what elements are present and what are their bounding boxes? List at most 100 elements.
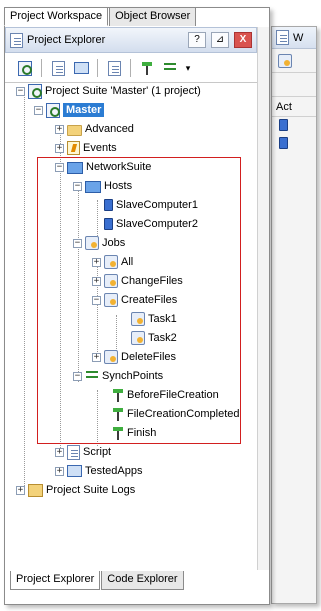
collapse-toggle[interactable]: − (73, 181, 82, 191)
expand-toggle[interactable]: + (92, 257, 101, 267)
job-icon (104, 255, 118, 269)
tree-node-label: Hosts (104, 180, 133, 192)
tree-node-task2[interactable]: Task2 (131, 329, 177, 347)
document-icon[interactable] (105, 59, 123, 77)
tree-node-slave1[interactable]: SlaveComputer1 (101, 196, 198, 214)
tree-node-events[interactable]: + Events (55, 139, 117, 157)
tree-node-label: SynchPoints (102, 370, 164, 382)
tree-node-label: Task2 (148, 332, 177, 344)
tab-object-browser[interactable]: Object Browser (109, 7, 197, 26)
toolbar-separator (97, 59, 98, 77)
synch-point-icon (112, 388, 124, 402)
right-panel: W Act (271, 26, 317, 604)
tab-code-explorer[interactable]: Code Explorer (101, 571, 184, 590)
suite-icon[interactable] (16, 59, 34, 77)
run-suite-icon[interactable] (161, 59, 179, 77)
tree-node-master[interactable]: − Master (34, 101, 105, 119)
tree-node-deletefiles[interactable]: + DeleteFiles (92, 348, 176, 366)
app-frame: W Act Project Workspace Object Browser P… (0, 0, 321, 611)
right-panel-header: W (272, 27, 316, 49)
job-icon (104, 350, 118, 364)
expand-toggle[interactable]: + (55, 143, 64, 153)
tree-node-suite[interactable]: − Project Suite 'Master' (1 project) (16, 82, 201, 100)
vertical-scrollbar[interactable] (257, 27, 269, 570)
tree-node-filecreationcompleted[interactable]: FileCreationCompleted (112, 405, 240, 423)
logs-icon (28, 483, 43, 497)
run-icon[interactable] (138, 59, 156, 77)
panel-header-buttons: ? ⊿ X (188, 32, 252, 48)
tab-project-workspace[interactable]: Project Workspace (4, 7, 109, 26)
tree-node-label: All (121, 256, 134, 268)
tree-node-finish[interactable]: Finish (112, 424, 156, 442)
tree-node-hosts[interactable]: − Hosts (73, 177, 132, 195)
explorer-tabs: Project Explorer Code Explorer (10, 571, 185, 590)
job-icon (104, 293, 118, 307)
panel-title: Project Explorer (27, 34, 106, 46)
tree-node-label: SlaveComputer2 (116, 218, 198, 230)
tree-node-jobs[interactable]: − Jobs (73, 234, 125, 252)
tree-node-label: Jobs (102, 237, 126, 249)
tree-node-slave2[interactable]: SlaveComputer2 (101, 215, 198, 233)
pin-button[interactable]: ⊿ (211, 32, 229, 48)
explorer-icon (10, 32, 23, 48)
tree-node-label: Advanced (85, 123, 134, 135)
expand-toggle[interactable]: + (55, 447, 64, 457)
help-button[interactable]: ? (188, 32, 206, 48)
editor-icon (276, 30, 289, 45)
collapse-toggle[interactable]: − (55, 162, 64, 172)
tree-node-testedapps[interactable]: + TestedApps (55, 462, 142, 480)
close-button[interactable]: X (234, 32, 252, 48)
hosts-icon (85, 181, 101, 193)
tree-node-label: TestedApps (85, 465, 143, 477)
tree-node-label: FileCreationCompleted (127, 408, 240, 420)
explorer-toolbar: ▾ (12, 55, 257, 81)
computer-icon (104, 218, 113, 230)
expand-toggle[interactable]: + (55, 124, 64, 134)
script-icon (67, 444, 80, 460)
expand-toggle[interactable]: + (92, 276, 101, 286)
right-panel-row[interactable] (272, 117, 316, 135)
task-icon (131, 312, 145, 326)
tree-node-task1[interactable]: Task1 (131, 310, 177, 328)
collapse-toggle[interactable]: − (34, 105, 43, 115)
right-panel-toolbar-2 (272, 73, 316, 97)
right-panel-row[interactable] (272, 135, 316, 153)
collapse-toggle[interactable]: − (16, 86, 25, 96)
tree-node-changefiles[interactable]: + ChangeFiles (92, 272, 183, 290)
computer-icon (279, 137, 288, 149)
job-icon (104, 274, 118, 288)
tree-node-label: BeforeFileCreation (127, 389, 219, 401)
tree-node-networksuite[interactable]: − NetworkSuite (55, 158, 151, 176)
collapse-toggle[interactable]: − (92, 295, 101, 305)
tested-apps-icon (67, 465, 82, 477)
tree-node-synchpoints[interactable]: − SynchPoints (73, 367, 163, 385)
properties-icon[interactable] (72, 59, 90, 77)
tree-node-createfiles[interactable]: − CreateFiles (92, 291, 177, 309)
tree-node-logs[interactable]: + Project Suite Logs (16, 481, 135, 499)
network-suite-icon (67, 162, 83, 174)
job-icon[interactable] (278, 53, 292, 68)
synch-point-icon (112, 426, 124, 440)
computer-icon (279, 119, 288, 131)
right-panel-column-header[interactable]: Act (272, 97, 316, 117)
project-icon (46, 102, 60, 118)
events-icon (67, 141, 80, 155)
expand-toggle[interactable]: + (16, 485, 25, 495)
expand-toggle[interactable]: + (55, 466, 64, 476)
expand-toggle[interactable]: + (92, 352, 101, 362)
tree-node-label: DeleteFiles (121, 351, 177, 363)
tree-node-all[interactable]: + All (92, 253, 133, 271)
dropdown-arrow-icon[interactable]: ▾ (184, 59, 192, 77)
collapse-toggle[interactable]: − (73, 238, 82, 248)
tree-node-label: Events (83, 142, 117, 154)
tree-node-script[interactable]: + Script (55, 443, 111, 461)
new-item-icon[interactable] (49, 59, 67, 77)
tree-node-label: NetworkSuite (86, 161, 152, 173)
tree-node-advanced[interactable]: + Advanced (55, 120, 134, 138)
tab-project-explorer[interactable]: Project Explorer (10, 571, 101, 590)
collapse-toggle[interactable]: − (73, 371, 82, 381)
synch-point-icon (112, 407, 124, 421)
tree-node-beforefilecreation[interactable]: BeforeFileCreation (112, 386, 219, 404)
tree-node-label: Script (83, 446, 112, 458)
tree-node-label: Project Suite Logs (46, 484, 136, 496)
